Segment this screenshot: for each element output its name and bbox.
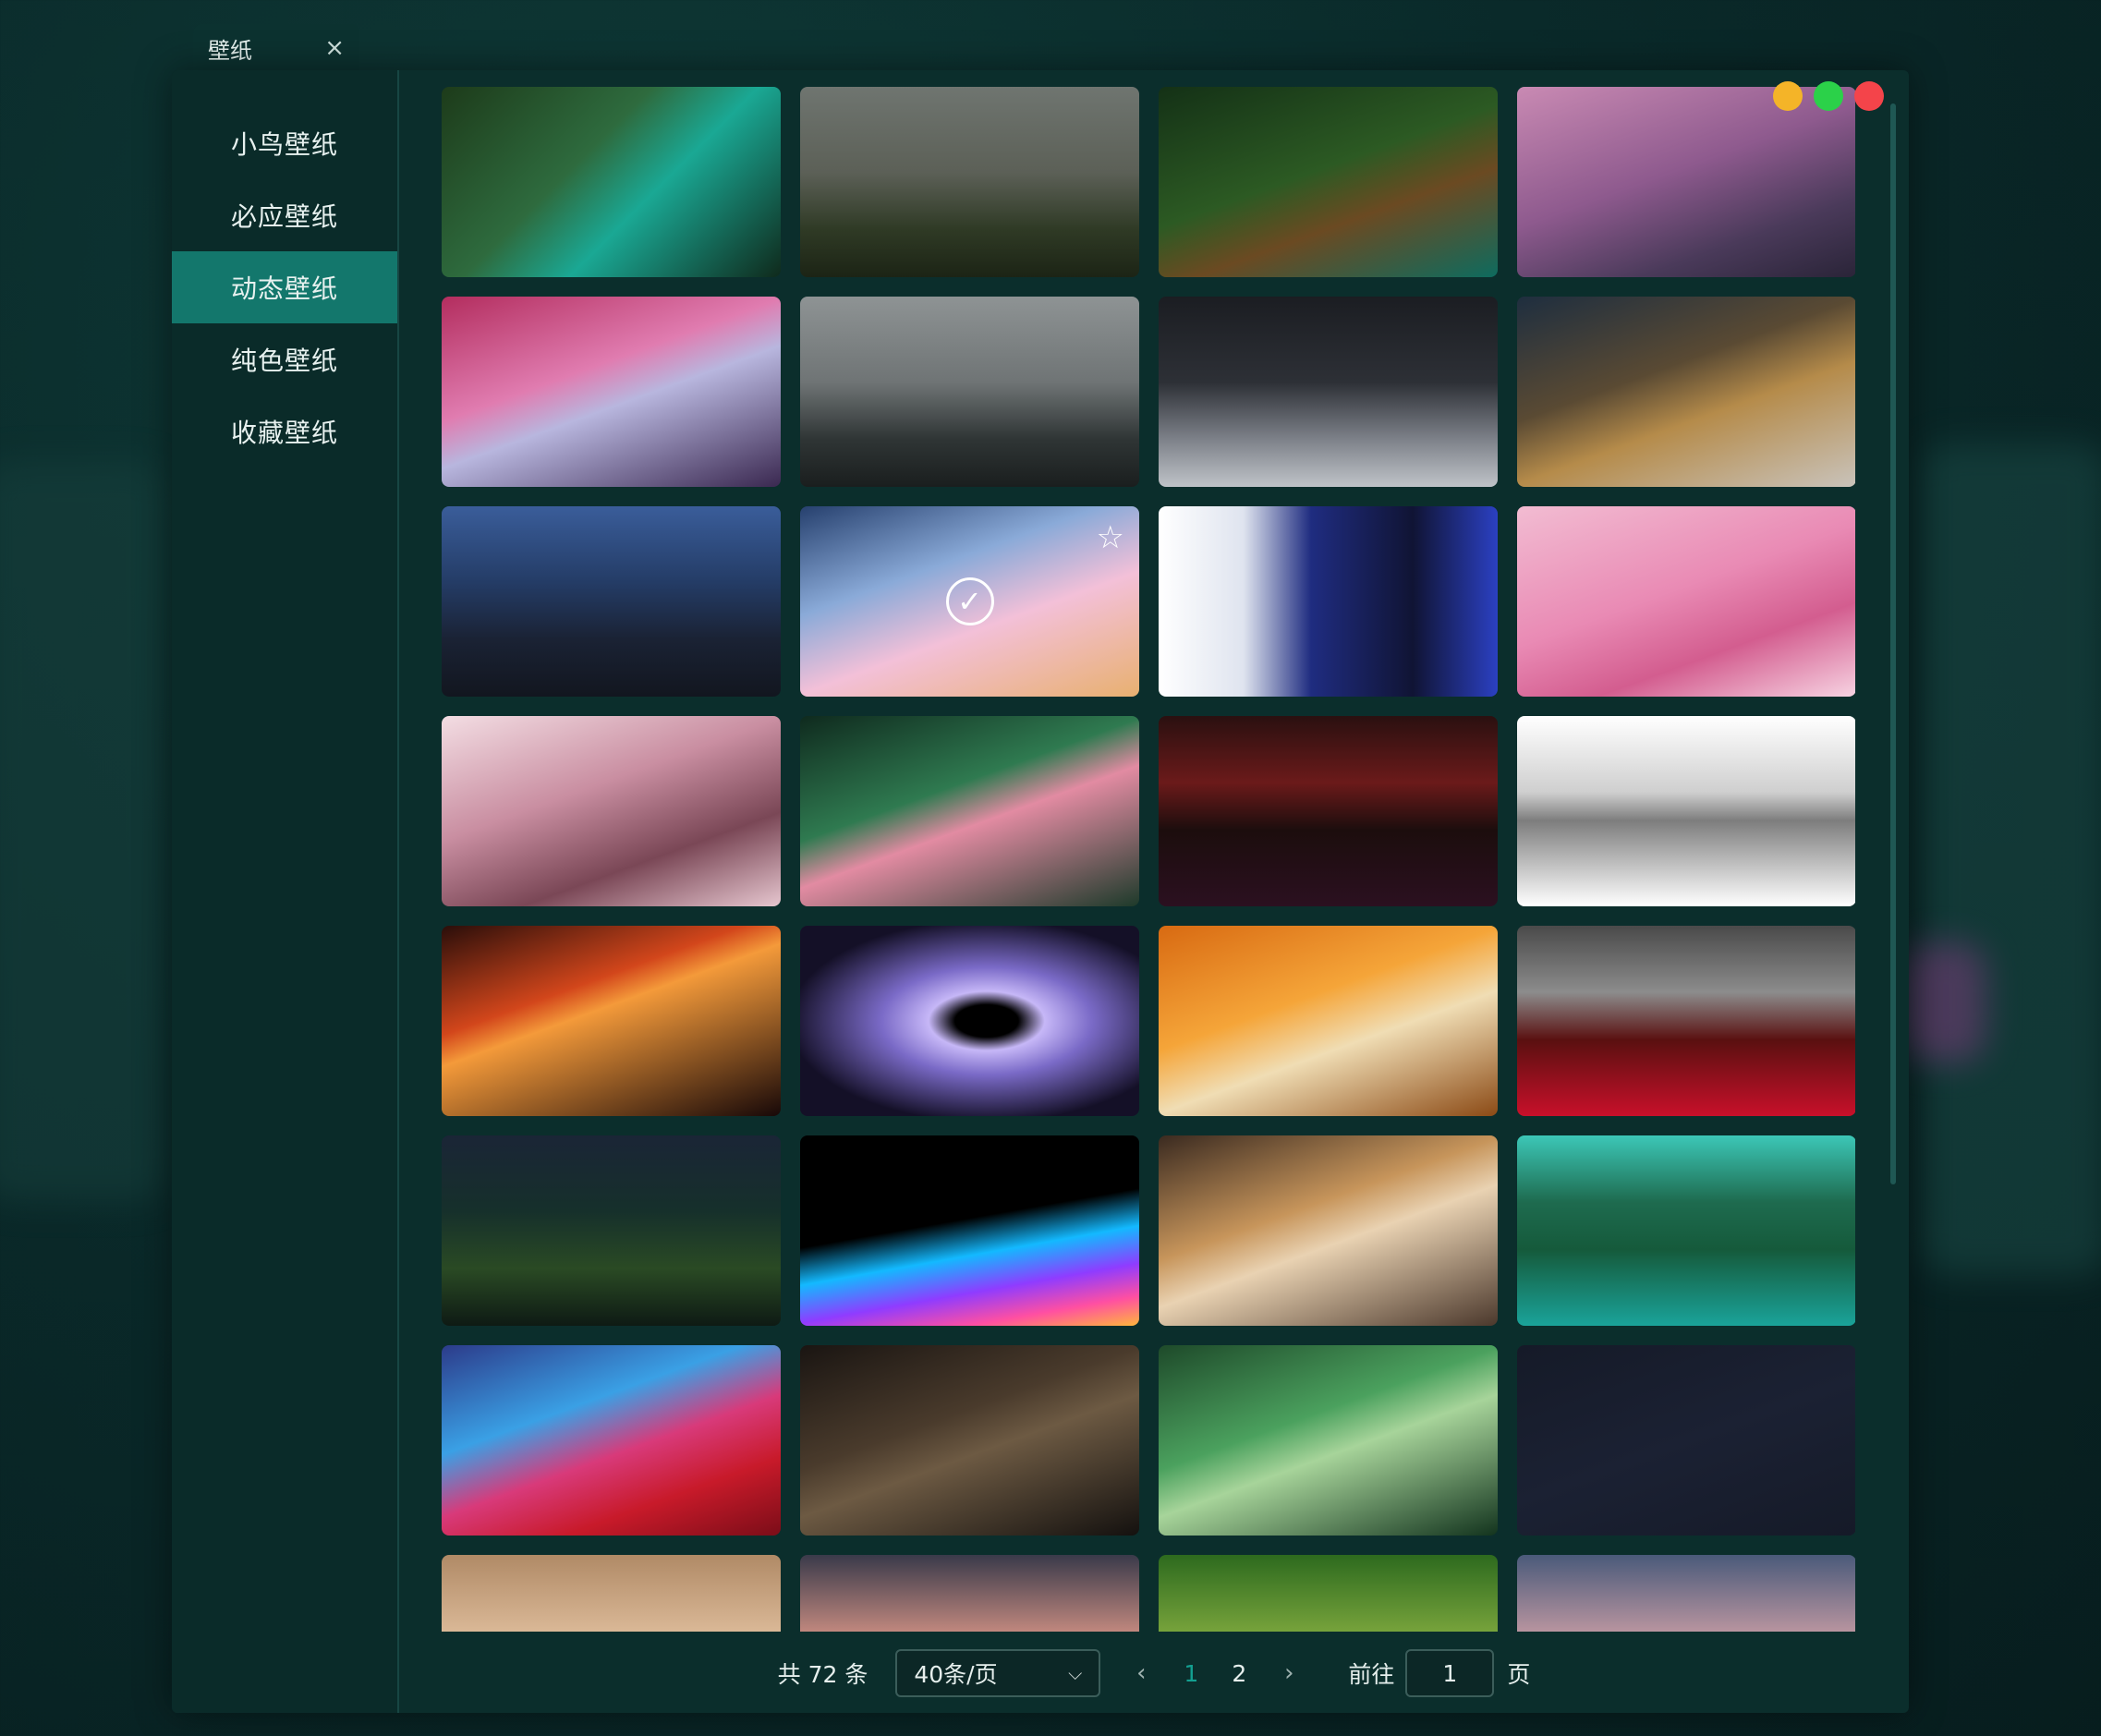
close-icon[interactable]: × (324, 34, 345, 62)
wallpaper-thumb-red-fox-forest[interactable] (442, 926, 781, 1116)
wallpaper-thumb-snow-forest-night[interactable] (1159, 297, 1498, 487)
prev-page-button[interactable]: ‹ (1123, 1659, 1160, 1687)
wallpaper-thumb-rain-city[interactable] (442, 506, 781, 697)
goto-label: 前往 (1348, 1661, 1395, 1688)
wallpaper-thumb-fantasy-girl[interactable] (442, 1555, 781, 1632)
background-blur-pink (1903, 942, 1986, 1062)
chevron-down-icon: ⌵ (1068, 1662, 1083, 1684)
wallpaper-thumb-night-path[interactable] (442, 1135, 781, 1326)
window-controls (1773, 81, 1884, 111)
sidebar-item-1[interactable]: 必应壁纸 (172, 179, 397, 251)
sidebar-item-4[interactable]: 收藏壁纸 (172, 395, 397, 467)
wallpaper-thumb-red-poppy-field[interactable] (1517, 926, 1855, 1116)
wallpaper-thumb-anime-street-trees[interactable]: ☆ ✓ (800, 506, 1139, 697)
wallpaper-thumb-forest-cabin[interactable] (1159, 87, 1498, 277)
wallpaper-thumb-eclipse[interactable] (1159, 716, 1498, 906)
wallpaper-thumb-autumn-road[interactable] (1159, 926, 1498, 1116)
wallpaper-thumb-mountain-cherry[interactable] (1517, 1555, 1855, 1632)
maximize-button[interactable] (1814, 81, 1843, 111)
wallpaper-thumb-forest-river[interactable] (442, 87, 781, 277)
tab-title: 壁纸 (208, 37, 252, 64)
wallpaper-thumb-monkey-king[interactable] (800, 1345, 1139, 1536)
wallpaper-thumb-anime-cat[interactable] (1159, 1135, 1498, 1326)
wallpaper-thumb-neon-laptop-cat[interactable] (1517, 1345, 1855, 1536)
page-2[interactable]: 2 (1215, 1660, 1263, 1687)
sidebar-item-0[interactable]: 小鸟壁纸 (172, 107, 397, 179)
pagination: 共 72 条 40条/页 ⌵ ‹ 1 2 › 前往 页 (399, 1645, 1909, 1701)
sidebar-item-3[interactable]: 纯色壁纸 (172, 323, 397, 395)
wallpaper-thumb-misty-pines[interactable] (800, 297, 1139, 487)
page-1[interactable]: 1 (1167, 1660, 1215, 1687)
wallpaper-thumb-ink-samurai[interactable] (1517, 716, 1855, 906)
background-blur-left (0, 462, 166, 1201)
sidebar: 小鸟壁纸 必应壁纸 动态壁纸 纯色壁纸 收藏壁纸 (172, 70, 399, 1713)
wallpaper-thumb-snowy-street[interactable] (1517, 297, 1855, 487)
scrollbar[interactable] (1890, 103, 1896, 1184)
goto-page-input[interactable] (1405, 1649, 1495, 1697)
page-size-value: 40条/页 (914, 1661, 998, 1688)
wallpaper-thumb-pink-fox-girl[interactable] (1517, 506, 1855, 697)
minimize-button[interactable] (1773, 81, 1803, 111)
goto-suffix: 页 (1507, 1661, 1531, 1688)
window-tab[interactable]: 壁纸 × (193, 24, 359, 72)
wallpaper-thumb-green-lake-valley[interactable] (1517, 1135, 1855, 1326)
wallpaper-thumb-anime-girl-flower[interactable] (1159, 506, 1498, 697)
wallpaper-grid: ☆ ✓ (442, 87, 1855, 1632)
wallpaper-thumb-black-hole[interactable] (800, 926, 1139, 1116)
wallpaper-thumb-pink-moon-tree[interactable] (442, 297, 781, 487)
wallpaper-window: 小鸟壁纸 必应壁纸 动态壁纸 纯色壁纸 收藏壁纸 ☆ ✓ 共 72 条 40条/页 ⌵ ‹… (172, 70, 1909, 1713)
wallpaper-thumb-pink-hair-girl[interactable] (442, 716, 781, 906)
check-icon: ✓ (945, 577, 994, 625)
star-icon[interactable]: ☆ (1097, 519, 1124, 556)
sidebar-item-2[interactable]: 动态壁纸 (172, 251, 397, 323)
wallpaper-thumb-jungle[interactable] (1159, 1555, 1498, 1632)
close-window-button[interactable] (1854, 81, 1884, 111)
wallpaper-thumb-sunset-cherry[interactable] (800, 1555, 1139, 1632)
wallpaper-thumb-macos-wave[interactable] (442, 1345, 781, 1536)
wallpaper-thumb-foggy-field[interactable] (800, 87, 1139, 277)
total-count: 共 72 条 (777, 1661, 868, 1688)
wallpaper-thumb-cherry-village[interactable] (1517, 87, 1855, 277)
wallpaper-thumb-green-canyon[interactable] (1159, 1345, 1498, 1536)
page-size-select[interactable]: 40条/页 ⌵ (895, 1649, 1101, 1697)
background-blur-right (1922, 443, 2101, 1275)
next-page-button[interactable]: › (1270, 1659, 1307, 1687)
wallpaper-thumb-window-garden[interactable] (800, 716, 1139, 906)
main-content: ☆✓ 共 72 条 40条/页 ⌵ ‹ 1 2 › 前往 页 (399, 70, 1909, 1713)
wallpaper-thumb-color-wave-black[interactable] (800, 1135, 1139, 1326)
